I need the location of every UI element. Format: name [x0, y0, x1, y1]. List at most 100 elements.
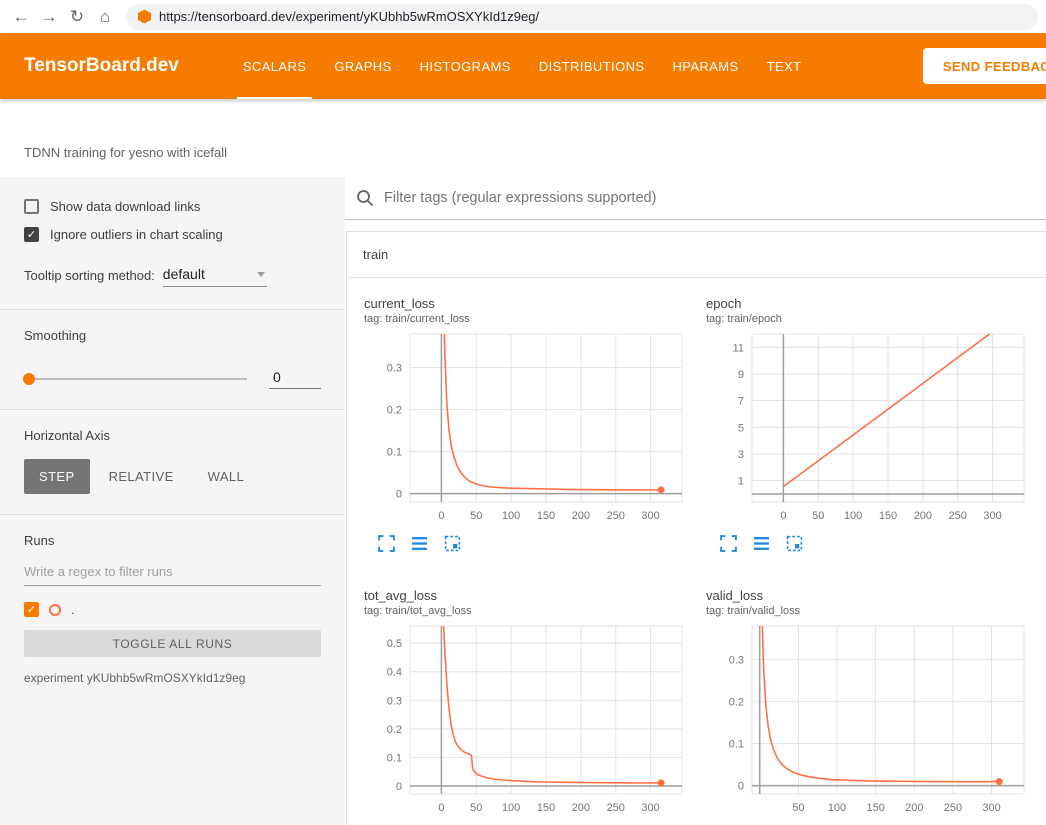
- brand-logo[interactable]: TensorBoard.dev: [24, 55, 179, 77]
- chart-tag: tag: train/epoch: [706, 313, 1046, 325]
- axis-wall-button[interactable]: WALL: [193, 459, 260, 494]
- svg-text:0.2: 0.2: [387, 724, 402, 736]
- svg-text:300: 300: [641, 510, 659, 522]
- address-bar[interactable]: https://tensorboard.dev/experiment/yKUbh…: [126, 4, 1038, 30]
- tag-group-card: train current_loss tag: train/current_lo…: [346, 231, 1046, 825]
- home-icon[interactable]: ⌂: [92, 4, 118, 30]
- toggle-all-runs-button[interactable]: TOGGLE ALL RUNS: [24, 630, 321, 657]
- tensorboard-favicon-icon: [138, 10, 151, 24]
- axis-button-group: STEP RELATIVE WALL: [24, 459, 321, 494]
- ignore-outliers-row[interactable]: Ignore outliers in chart scaling: [24, 227, 321, 242]
- svg-text:250: 250: [944, 802, 962, 814]
- run-color-swatch: [49, 604, 61, 616]
- svg-text:0: 0: [438, 510, 444, 522]
- axis-relative-button[interactable]: RELATIVE: [94, 459, 189, 494]
- fit-domain-icon[interactable]: [444, 535, 461, 552]
- smoothing-slider-thumb[interactable]: [23, 373, 35, 385]
- data-table-icon[interactable]: [411, 535, 428, 552]
- expand-chart-icon[interactable]: [720, 535, 737, 552]
- svg-text:200: 200: [572, 510, 590, 522]
- tag-group-header[interactable]: train: [347, 232, 1046, 278]
- search-icon: [355, 188, 375, 208]
- svg-text:0.1: 0.1: [387, 752, 402, 764]
- show-download-links-label: Show data download links: [50, 199, 200, 214]
- svg-text:50: 50: [792, 802, 804, 814]
- data-table-icon[interactable]: [753, 535, 770, 552]
- axis-step-button[interactable]: STEP: [24, 459, 90, 494]
- svg-text:300: 300: [982, 802, 1000, 814]
- tooltip-sorting-label: Tooltip sorting method:: [24, 268, 155, 287]
- svg-text:300: 300: [983, 510, 1001, 522]
- send-feedback-button[interactable]: SEND FEEDBACK: [923, 48, 1046, 84]
- chart-plot[interactable]: 5010015020025030000.10.20.3: [706, 621, 1046, 824]
- fit-domain-icon[interactable]: [786, 535, 803, 552]
- tab-hparams[interactable]: HPARAMS: [658, 33, 752, 99]
- svg-text:11: 11: [733, 342, 744, 354]
- charts-grid: current_loss tag: train/current_loss 0 50…: [347, 278, 1046, 825]
- svg-text:200: 200: [572, 802, 590, 814]
- svg-text:150: 150: [866, 802, 884, 814]
- experiment-id-caption: experiment yKUbhb5wRmOSXYkId1z9eg: [24, 671, 321, 685]
- chart-plot[interactable]: 0501001502002503001357911: [706, 329, 1046, 532]
- svg-text:50: 50: [812, 510, 824, 522]
- svg-text:0: 0: [780, 510, 786, 522]
- chart-toolbar: [706, 535, 1046, 552]
- screen: ← → ↻ ⌂ https://tensorboard.dev/experime…: [0, 0, 1046, 825]
- chart-title: current_loss: [364, 296, 706, 311]
- tab-text[interactable]: TEXT: [753, 33, 816, 99]
- tab-distributions[interactable]: DISTRIBUTIONS: [525, 33, 659, 99]
- svg-text:0.1: 0.1: [729, 739, 744, 751]
- tab-histograms[interactable]: HISTOGRAMS: [406, 33, 525, 99]
- tab-scalars[interactable]: SCALARS: [229, 33, 321, 99]
- tooltip-sorting-dropdown[interactable]: default: [163, 266, 267, 287]
- svg-text:100: 100: [502, 510, 520, 522]
- show-download-links-row[interactable]: Show data download links: [24, 199, 321, 214]
- svg-text:0.2: 0.2: [387, 405, 402, 417]
- expand-chart-icon[interactable]: [378, 535, 395, 552]
- svg-text:150: 150: [537, 510, 555, 522]
- run-row[interactable]: .: [24, 602, 321, 617]
- tag-filter-input[interactable]: [384, 190, 1046, 206]
- sidebar: Show data download links Ignore outliers…: [0, 177, 345, 825]
- reload-icon[interactable]: ↻: [64, 4, 90, 30]
- back-icon[interactable]: ←: [8, 4, 34, 30]
- svg-text:0: 0: [396, 781, 402, 793]
- svg-text:0.2: 0.2: [729, 697, 744, 709]
- svg-text:0.5: 0.5: [387, 638, 402, 650]
- show-download-links-checkbox[interactable]: [24, 199, 39, 214]
- smoothing-slider[interactable]: [24, 378, 247, 380]
- svg-text:250: 250: [949, 510, 967, 522]
- ignore-outliers-checkbox[interactable]: [24, 227, 39, 242]
- runs-filter-input[interactable]: [24, 556, 321, 586]
- svg-text:150: 150: [537, 802, 555, 814]
- chart-title: valid_loss: [706, 588, 1046, 603]
- nav-tabs: SCALARS GRAPHS HISTOGRAMS DISTRIBUTIONS …: [229, 33, 816, 99]
- svg-text:250: 250: [607, 802, 625, 814]
- chart-tag: tag: train/current_loss: [364, 313, 706, 325]
- svg-text:200: 200: [914, 510, 932, 522]
- tab-graphs[interactable]: GRAPHS: [320, 33, 405, 99]
- svg-text:7: 7: [738, 396, 744, 408]
- forward-icon[interactable]: →: [36, 4, 62, 30]
- horizontal-axis-section: Horizontal Axis STEP RELATIVE WALL: [0, 409, 345, 514]
- chart-tag: tag: train/tot_avg_loss: [364, 605, 706, 617]
- svg-text:200: 200: [905, 802, 923, 814]
- smoothing-slider-row: 0: [24, 369, 321, 389]
- run-checkbox[interactable]: [24, 602, 39, 617]
- svg-text:0.4: 0.4: [387, 667, 402, 679]
- chart-plot[interactable]: 05010015020025030000.10.20.30.40.5: [364, 621, 706, 824]
- svg-text:100: 100: [844, 510, 862, 522]
- chart-card-tot-avg-loss: tot_avg_loss tag: train/tot_avg_loss 050…: [364, 588, 706, 825]
- svg-text:100: 100: [828, 802, 846, 814]
- runs-label: Runs: [24, 533, 321, 548]
- chart-plot[interactable]: 05010015020025030000.10.20.3: [364, 329, 706, 532]
- svg-text:300: 300: [641, 802, 659, 814]
- svg-text:0.3: 0.3: [387, 363, 402, 375]
- chart-toolbar: [364, 535, 706, 552]
- svg-text:0.1: 0.1: [387, 447, 402, 459]
- svg-text:150: 150: [879, 510, 897, 522]
- general-settings-section: Show data download links Ignore outliers…: [0, 199, 345, 309]
- svg-text:0: 0: [738, 781, 744, 793]
- smoothing-value-field[interactable]: 0: [269, 369, 321, 389]
- url-text: https://tensorboard.dev/experiment/yKUbh…: [159, 9, 539, 24]
